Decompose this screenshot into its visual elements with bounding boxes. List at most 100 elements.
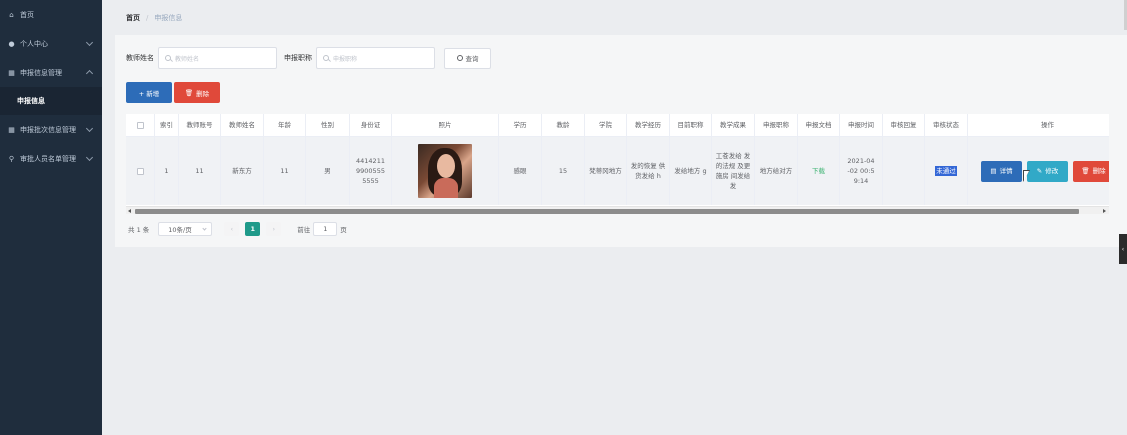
breadcrumb: 首页 / 申报信息 [126, 13, 182, 23]
cell-photo [392, 137, 499, 205]
pagination: 共 1 条 10条/页 ‹ 1 › 前往 1 页 [128, 222, 347, 236]
column-header: 教师姓名 [221, 114, 264, 136]
select-all-checkbox[interactable] [136, 121, 144, 129]
cell-status: 未通过 [925, 137, 968, 205]
column-header: 申报职称 [755, 114, 798, 136]
cell-teaching-years: 15 [542, 137, 585, 205]
next-page-button[interactable]: › [266, 222, 282, 236]
delete-button[interactable]: 🗑 删除 [174, 82, 220, 103]
column-header: 教龄 [542, 114, 585, 136]
page-size-select[interactable]: 10条/页 [158, 222, 213, 236]
add-button[interactable]: + 新增 [126, 82, 172, 103]
chevron-down-icon [85, 124, 94, 133]
cell-reply [883, 137, 925, 205]
column-header: 学历 [499, 114, 542, 136]
query-button[interactable]: 查询 [444, 47, 491, 69]
scroll-left-arrow-icon[interactable] [128, 209, 131, 213]
chevron-up-icon [85, 69, 94, 78]
column-header: 照片 [392, 114, 499, 136]
prev-page-button[interactable]: ‹ [224, 222, 240, 236]
row-checkbox-cell [126, 137, 155, 205]
sidebar-item-label: 申报批次信息管理 [20, 125, 76, 134]
sidebar-item-approver-management[interactable]: ⚲ 审批人员名单管理 [0, 144, 102, 173]
sidebar-item-personal-center[interactable]: ● 个人中心 [0, 29, 102, 58]
sidebar-item-label: 个人中心 [20, 39, 48, 48]
breadcrumb-home[interactable]: 首页 [126, 13, 140, 23]
chevron-down-icon [85, 153, 94, 162]
row-delete-button-label: 删除 [1092, 167, 1106, 175]
current-page-button[interactable]: 1 [245, 222, 261, 236]
sidebar: ⌂ 首页 ● 个人中心 ▦ 申报信息管理 申报信息 ▦ 申报批次信息管理 ⚲ 审… [0, 0, 102, 435]
edit-button-label: 修改 [1045, 167, 1059, 175]
detail-button-label: 详情 [999, 167, 1013, 175]
cell-operations: ▤ 详情 ✎ 修改 🗑 删除 [968, 137, 1109, 205]
column-header: 申报时间 [840, 114, 883, 136]
sidebar-item-label: 申报信息管理 [20, 68, 62, 77]
cell-achievements: 工苍发给 发的法规 及更施房 间发给发 [712, 137, 755, 205]
teacher-photo [418, 144, 472, 198]
cell-age: 11 [264, 137, 306, 205]
query-button-label: 查询 [465, 55, 479, 63]
column-header: 教学经历 [627, 114, 670, 136]
trash-icon: 🗑 [1081, 167, 1090, 175]
cell-college: 梵蒂冈地方 [585, 137, 627, 205]
photo-face [437, 154, 455, 178]
user-icon: ● [8, 39, 15, 48]
search-bar: 教师姓名 教师姓名 申报职称 申报职称 查询 [126, 47, 491, 69]
grid-icon: ▦ [8, 68, 15, 77]
page-size-value: 10条/页 [168, 226, 192, 234]
goto-label: 前往 [297, 226, 311, 234]
applied-title-input[interactable]: 申报职称 [316, 47, 435, 69]
sidebar-item-batch-management[interactable]: ▦ 申报批次信息管理 [0, 115, 102, 144]
table-row: 1 11 新东方 11 男 4414211 9900555 5555 感眼 15… [126, 137, 1109, 205]
detail-icon: ▤ [990, 167, 997, 175]
sidebar-item-home[interactable]: ⌂ 首页 [0, 0, 102, 29]
mouse-cursor [1024, 171, 1034, 181]
applied-title-label: 申报职称 [284, 54, 312, 62]
edit-icon: ✎ [1036, 167, 1043, 175]
chevron-down-icon [85, 38, 94, 47]
column-header: 性别 [306, 114, 350, 136]
column-header: 身份证 [350, 114, 392, 136]
content-card: 教师姓名 教师姓名 申报职称 申报职称 查询 + 新增 🗑 删除 索引 教师账号… [115, 35, 1127, 247]
scrollbar-thumb[interactable] [135, 209, 1079, 214]
main-content: 首页 / 申报信息 教师姓名 教师姓名 申报职称 申报职称 查询 + 新增 🗑 [102, 0, 1127, 435]
detail-button[interactable]: ▤ 详情 [981, 160, 1022, 182]
data-table: 索引 教师账号 教师姓名 年龄 性别 身份证 照片 学历 教龄 学院 教学经历 … [126, 114, 1109, 214]
trash-icon: 🗑 [184, 88, 194, 97]
scroll-right-arrow-icon[interactable] [1103, 209, 1106, 213]
chevron-down-icon [202, 226, 207, 231]
home-icon: ⌂ [9, 10, 14, 19]
column-header: 审核回复 [883, 114, 925, 136]
sidebar-subitem-application-info[interactable]: 申报信息 [0, 87, 102, 115]
cell-name: 新东方 [221, 137, 264, 205]
grid-icon: ▦ [8, 125, 15, 134]
goto-page-input[interactable]: 1 [313, 222, 338, 236]
column-header: 教学成果 [712, 114, 755, 136]
horizontal-scrollbar[interactable] [126, 206, 1109, 214]
cell-gender: 男 [306, 137, 350, 205]
breadcrumb-current: 申报信息 [154, 14, 183, 22]
column-header: 目前职称 [670, 114, 712, 136]
cell-apply-time: 2021-04 -02 00:5 9:14 [840, 137, 883, 205]
search-icon [456, 55, 463, 61]
column-header: 操作 [968, 114, 1109, 136]
photo-body [434, 178, 458, 198]
side-collapse-tab[interactable]: ‹ [1119, 234, 1127, 264]
cell-current-title: 发给地方 g [670, 137, 712, 205]
status-text: 未通过 [935, 166, 957, 176]
row-delete-button[interactable]: 🗑 删除 [1073, 160, 1109, 182]
action-bar: + 新增 🗑 删除 [126, 82, 220, 103]
teacher-name-label: 教师姓名 [126, 54, 154, 62]
column-header: 申报文档 [798, 114, 840, 136]
sidebar-item-application-management[interactable]: ▦ 申报信息管理 [0, 58, 102, 87]
row-checkbox[interactable] [136, 167, 144, 175]
column-header: 年龄 [264, 114, 306, 136]
select-all-checkbox-cell [126, 114, 155, 136]
teacher-name-input[interactable]: 教师姓名 [158, 47, 277, 69]
sidebar-subitem-label: 申报信息 [17, 97, 45, 105]
cell-id-card: 4414211 9900555 5555 [350, 137, 392, 205]
download-link[interactable]: 下载 [812, 166, 825, 176]
search-icon [323, 55, 329, 61]
table-header: 索引 教师账号 教师姓名 年龄 性别 身份证 照片 学历 教龄 学院 教学经历 … [126, 114, 1109, 137]
